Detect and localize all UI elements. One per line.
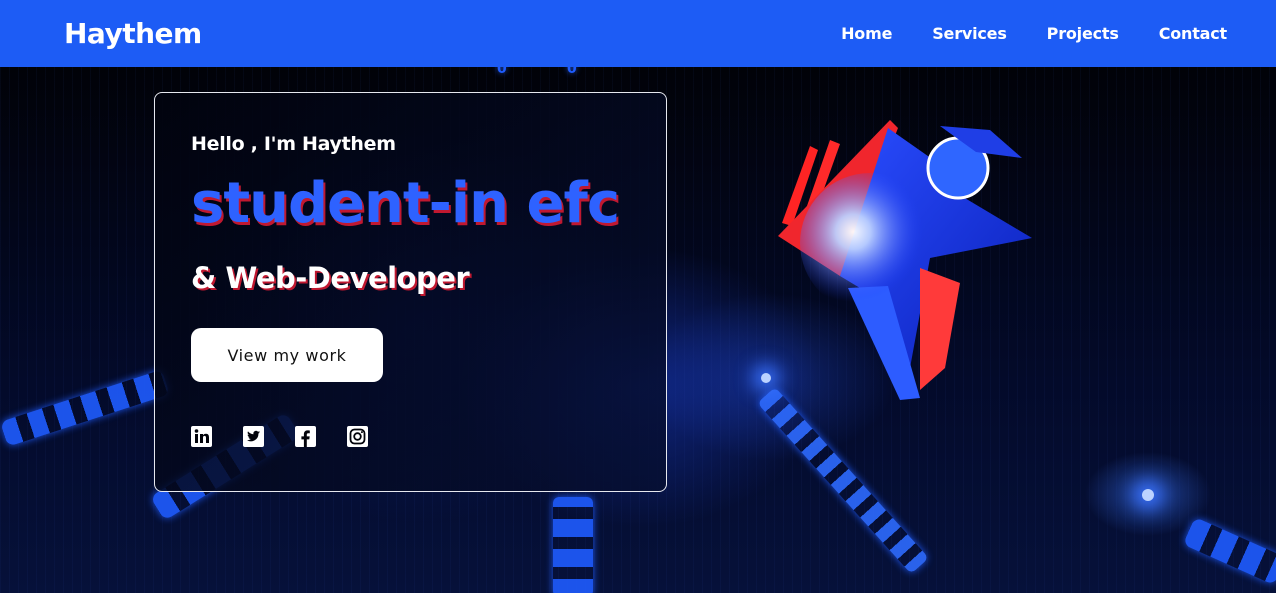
brand-logo-text[interactable]: Haythem bbox=[64, 17, 202, 50]
twitter-icon[interactable] bbox=[243, 426, 264, 447]
site-header: Haythem Home Services Projects Contact bbox=[0, 0, 1276, 67]
hero-greeting: Hello , I'm Haythem bbox=[191, 133, 396, 155]
social-links bbox=[191, 426, 368, 447]
hero-role-secondary: & Web-Developer bbox=[191, 261, 470, 295]
nav-contact[interactable]: Contact bbox=[1159, 24, 1228, 43]
binary-stream-top-right: 0 bbox=[567, 67, 577, 77]
binary-stream-center bbox=[553, 497, 593, 593]
light-flare-right bbox=[1142, 489, 1154, 501]
nav-services[interactable]: Services bbox=[932, 24, 1007, 43]
efc-emblem-logo bbox=[778, 120, 1032, 400]
view-my-work-button[interactable]: View my work bbox=[191, 328, 383, 382]
instagram-icon[interactable] bbox=[347, 426, 368, 447]
emblem-light-flare bbox=[800, 173, 940, 313]
hero-role-primary: student-in efc bbox=[191, 171, 620, 236]
emblem-red-leg bbox=[920, 268, 960, 390]
facebook-icon[interactable] bbox=[295, 426, 316, 447]
binary-stream-top-left: 0 bbox=[497, 67, 507, 77]
linkedin-icon[interactable] bbox=[191, 426, 212, 447]
hero-card: Hello , I'm Haythem student-in efc & Web… bbox=[154, 92, 667, 492]
nav-home[interactable]: Home bbox=[841, 24, 892, 43]
nav-projects[interactable]: Projects bbox=[1047, 24, 1119, 43]
main-nav: Home Services Projects Contact bbox=[841, 24, 1227, 43]
